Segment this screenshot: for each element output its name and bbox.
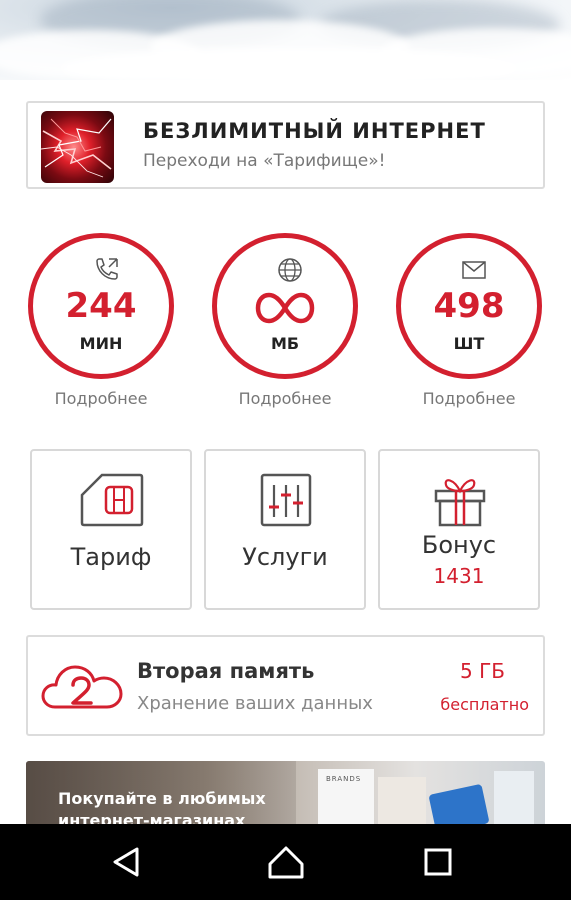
cloud-2-icon	[41, 665, 123, 709]
back-icon[interactable]	[104, 840, 148, 884]
shopping-banner[interactable]: BRANDS Покупайте в любимых интернет-мага…	[26, 761, 545, 824]
tariff-tile[interactable]: Тариф	[30, 449, 192, 610]
internet-balance-ring[interactable]: МБ	[212, 233, 358, 379]
minutes-balance-ring[interactable]: 244 МИН	[28, 233, 174, 379]
system-navigation-bar	[0, 824, 571, 900]
storage-title: Вторая память	[137, 659, 315, 683]
banner-decor-card	[494, 771, 534, 824]
services-tile[interactable]: Услуги	[204, 449, 366, 610]
promo-title: БЕЗЛИМИТНЫЙ ИНТЕРНЕТ	[143, 119, 486, 143]
sms-balance-ring[interactable]: 498 ШТ	[396, 233, 542, 379]
minutes-value: 244	[65, 286, 137, 326]
banner-decor-card	[378, 777, 426, 824]
globe-icon	[278, 258, 302, 282]
lightning-thumbnail	[41, 111, 114, 183]
promo-unlimited-internet-card[interactable]: БЕЗЛИМИТНЫЙ ИНТЕРНЕТ Переходи на «Тарифи…	[26, 101, 545, 189]
promo-subtitle: Переходи на «Тарифище»!	[143, 151, 386, 171]
sim-card-icon	[80, 473, 144, 527]
storage-size: 5 ГБ	[460, 659, 505, 683]
minutes-more-link[interactable]: Подробнее	[28, 389, 174, 408]
phone-icon	[96, 258, 118, 280]
sms-unit: ШТ	[453, 334, 485, 353]
hero-cloud-background	[0, 0, 571, 80]
bonus-tile[interactable]: Бонус 1431	[378, 449, 540, 610]
banner-brand-text: BRANDS	[326, 775, 362, 783]
internet-unit: МБ	[270, 334, 300, 353]
bonus-points: 1431	[433, 564, 485, 588]
tariff-label: Тариф	[70, 543, 152, 571]
minutes-unit: МИН	[79, 334, 123, 353]
envelope-icon	[462, 261, 486, 279]
infinity-symbol	[255, 292, 315, 324]
storage-subtitle: Хранение ваших данных	[137, 693, 373, 714]
sliders-icon	[260, 473, 312, 527]
bonus-label: Бонус	[421, 531, 497, 559]
sms-more-link[interactable]: Подробнее	[396, 389, 542, 408]
banner-text: Покупайте в любимых интернет-магазинах	[58, 789, 266, 824]
home-icon[interactable]	[264, 840, 308, 884]
storage-price: бесплатно	[440, 695, 529, 714]
recents-icon[interactable]	[416, 840, 460, 884]
second-memory-card[interactable]: Вторая память Хранение ваших данных 5 ГБ…	[26, 635, 545, 736]
credit-card-image	[428, 783, 490, 824]
sms-value: 498	[433, 286, 505, 326]
services-label: Услуги	[242, 543, 328, 571]
gift-icon	[434, 479, 486, 527]
internet-more-link[interactable]: Подробнее	[212, 389, 358, 408]
